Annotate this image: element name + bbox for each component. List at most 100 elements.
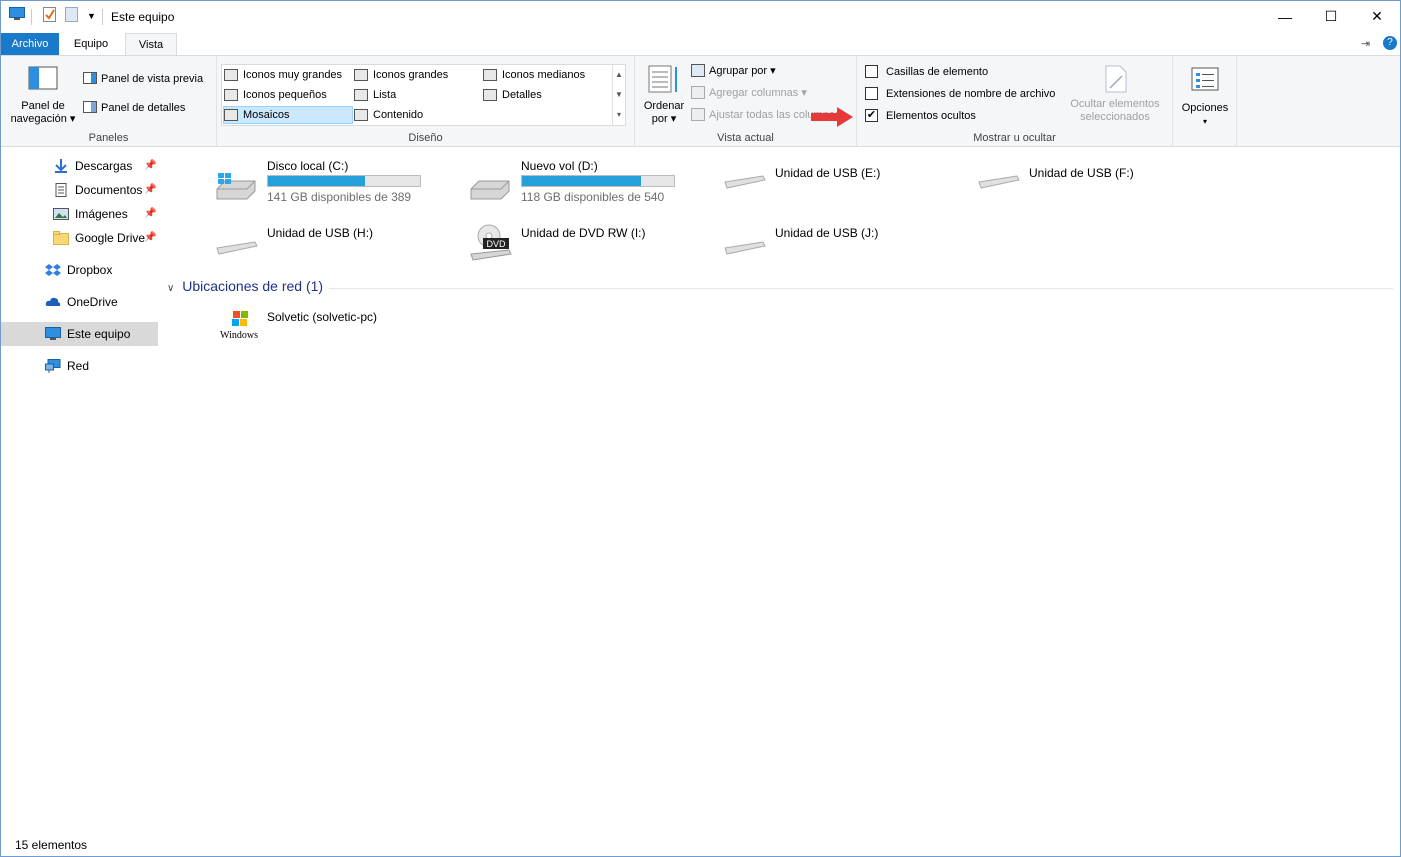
drive-j[interactable]: Unidad de USB (J:) xyxy=(723,226,933,266)
details-pane-button[interactable]: Panel de detalles xyxy=(83,101,185,114)
drive-name: Unidad de USB (J:) xyxy=(775,226,879,240)
content-area: Disco local (C:) 141 GB disponibles de 3… xyxy=(161,148,1400,828)
sidebar-item-documentos[interactable]: Documentos xyxy=(53,178,142,202)
hidden-items-option[interactable]: ✔ Elementos ocultos xyxy=(865,109,976,122)
group-label-paneles: Paneles xyxy=(88,132,129,144)
add-columns-icon xyxy=(691,86,705,99)
chevron-down-icon: ∨ xyxy=(167,283,175,294)
pin-icon[interactable]: 📌 xyxy=(144,184,156,195)
ribbon: Panel de navegación ▾ Panel de vista pre… xyxy=(1,55,1400,147)
maximize-button[interactable]: ☐ xyxy=(1308,1,1354,32)
nav-pane-icon xyxy=(28,66,58,90)
section-divider xyxy=(329,288,1393,289)
group-opciones: Opciones ▾ xyxy=(1173,56,1237,147)
properties-icon[interactable] xyxy=(43,7,57,23)
layout-content[interactable]: Contenido xyxy=(354,106,423,124)
usb-drive-icon xyxy=(977,174,1020,208)
group-by-button[interactable]: Agrupar por ▾ xyxy=(691,64,776,77)
drive-free-space: 118 GB disponibles de 540 xyxy=(521,190,665,204)
list-icon xyxy=(354,89,368,101)
drive-e[interactable]: Unidad de USB (E:) xyxy=(723,166,933,206)
pin-icon[interactable]: 📌 xyxy=(144,208,156,219)
sidebar-item-onedrive[interactable]: OneDrive xyxy=(45,290,118,314)
download-icon xyxy=(53,159,69,173)
sort-icon xyxy=(648,65,677,93)
pin-icon[interactable]: 📌 xyxy=(144,160,156,171)
minimize-button[interactable]: — xyxy=(1262,1,1308,32)
drive-i[interactable]: DVD Unidad de DVD RW (I:) xyxy=(469,224,679,266)
usb-drive-icon xyxy=(723,240,766,274)
pin-icon[interactable]: 📌 xyxy=(144,232,156,243)
hide-selected-icon xyxy=(1105,65,1127,93)
layout-details[interactable]: Detalles xyxy=(483,86,542,104)
drive-name: Nuevo vol (D:) xyxy=(521,159,598,173)
drive-name: Unidad de DVD RW (I:) xyxy=(521,226,646,240)
nav-pane-button[interactable]: Panel de navegación ▾ xyxy=(7,66,79,126)
layout-list[interactable]: Lista xyxy=(354,86,396,104)
drive-h[interactable]: Unidad de USB (H:) xyxy=(215,226,425,266)
sidebar-item-google-drive[interactable]: Google Drive xyxy=(53,226,145,250)
item-count: 15 elementos xyxy=(15,838,88,852)
layout-gallery: Iconos muy grandes Iconos grandes Iconos… xyxy=(221,64,626,126)
medium-icons-icon xyxy=(483,69,497,81)
add-columns-button[interactable]: Agregar columnas ▾ xyxy=(691,86,807,99)
group-paneles: Panel de navegación ▾ Panel de vista pre… xyxy=(1,56,217,147)
image-icon xyxy=(53,207,69,221)
group-label-diseno: Diseño xyxy=(408,132,443,144)
hide-selected-button[interactable]: Ocultar elementos seleccionados xyxy=(1065,64,1165,124)
gallery-scroll[interactable]: ▲ ▼ ▾ xyxy=(612,65,625,125)
drive-d[interactable]: Nuevo vol (D:) 118 GB disponibles de 540 xyxy=(469,159,679,209)
preview-pane-icon xyxy=(83,72,97,85)
red-arrow-annotation xyxy=(811,106,855,131)
options-button[interactable]: Opciones ▾ xyxy=(1175,66,1235,128)
hidden-items-checkbox[interactable]: ✔ xyxy=(865,109,878,122)
sort-by-button[interactable]: Ordenar por ▾ xyxy=(641,64,687,126)
layout-extra-large-icons[interactable]: Iconos muy grandes xyxy=(224,66,342,84)
usb-drive-icon xyxy=(723,174,766,208)
drive-c[interactable]: Disco local (C:) 141 GB disponibles de 3… xyxy=(215,159,425,209)
network-locations-header[interactable]: ∨ Ubicaciones de red (1) xyxy=(167,278,1393,298)
tab-vista[interactable]: Vista xyxy=(125,33,177,56)
new-folder-icon[interactable] xyxy=(65,7,79,23)
dvd-drive-icon: DVD xyxy=(469,224,512,261)
sidebar-item-red[interactable]: Red xyxy=(45,354,89,378)
details-icon xyxy=(483,89,497,101)
layout-medium-icons[interactable]: Iconos medianos xyxy=(483,66,585,84)
drive-free-space: 141 GB disponibles de 389 xyxy=(267,190,412,204)
hard-drive-icon xyxy=(215,169,257,203)
sidebar-item-descargas[interactable]: Descargas xyxy=(53,154,132,178)
customize-quick-access-icon[interactable]: ▼ xyxy=(87,11,96,21)
item-checkboxes-checkbox[interactable] xyxy=(865,65,878,78)
drive-name: Disco local (C:) xyxy=(267,159,349,173)
drive-usage-bar xyxy=(521,175,675,187)
tab-archivo[interactable]: Archivo xyxy=(1,33,59,56)
preview-pane-button[interactable]: Panel de vista previa xyxy=(83,72,203,85)
folder-icon xyxy=(53,231,69,245)
usb-drive-icon xyxy=(215,240,258,274)
network-icon xyxy=(45,359,61,373)
pin-ribbon-icon[interactable]: ⇥ xyxy=(1361,37,1370,50)
drive-f[interactable]: Unidad de USB (F:) xyxy=(977,166,1187,206)
group-label-vista-actual: Vista actual xyxy=(717,132,774,144)
drive-name: Unidad de USB (F:) xyxy=(1029,166,1134,180)
layout-small-icons[interactable]: Iconos pequeños xyxy=(224,86,327,104)
file-extensions-option[interactable]: Extensiones de nombre de archivo xyxy=(865,87,1055,100)
layout-tiles[interactable]: Mosaicos xyxy=(223,106,353,124)
group-mostrar-ocultar: Casillas de elemento Extensiones de nomb… xyxy=(857,56,1173,147)
layout-large-icons[interactable]: Iconos grandes xyxy=(354,66,448,84)
sidebar-item-este-equipo[interactable]: Este equipo xyxy=(1,322,158,346)
close-button[interactable]: ✕ xyxy=(1354,1,1400,32)
size-columns-icon xyxy=(691,108,705,121)
sidebar-item-imagenes[interactable]: Imágenes xyxy=(53,202,128,226)
details-pane-icon xyxy=(83,101,97,114)
file-extensions-checkbox[interactable] xyxy=(865,87,878,100)
sidebar-item-dropbox[interactable]: Dropbox xyxy=(45,258,112,282)
network-location-solvetic[interactable]: Windows Solvetic (solvetic-pc) xyxy=(215,310,425,350)
help-icon[interactable]: ? xyxy=(1383,36,1397,50)
options-icon xyxy=(1191,67,1219,91)
ribbon-tabs: Archivo Equipo Vista ⇥ ? xyxy=(1,33,1400,56)
large-icons-icon xyxy=(354,69,368,81)
item-checkboxes-option[interactable]: Casillas de elemento xyxy=(865,65,988,78)
tab-equipo[interactable]: Equipo xyxy=(61,33,121,56)
content-icon xyxy=(354,109,368,121)
